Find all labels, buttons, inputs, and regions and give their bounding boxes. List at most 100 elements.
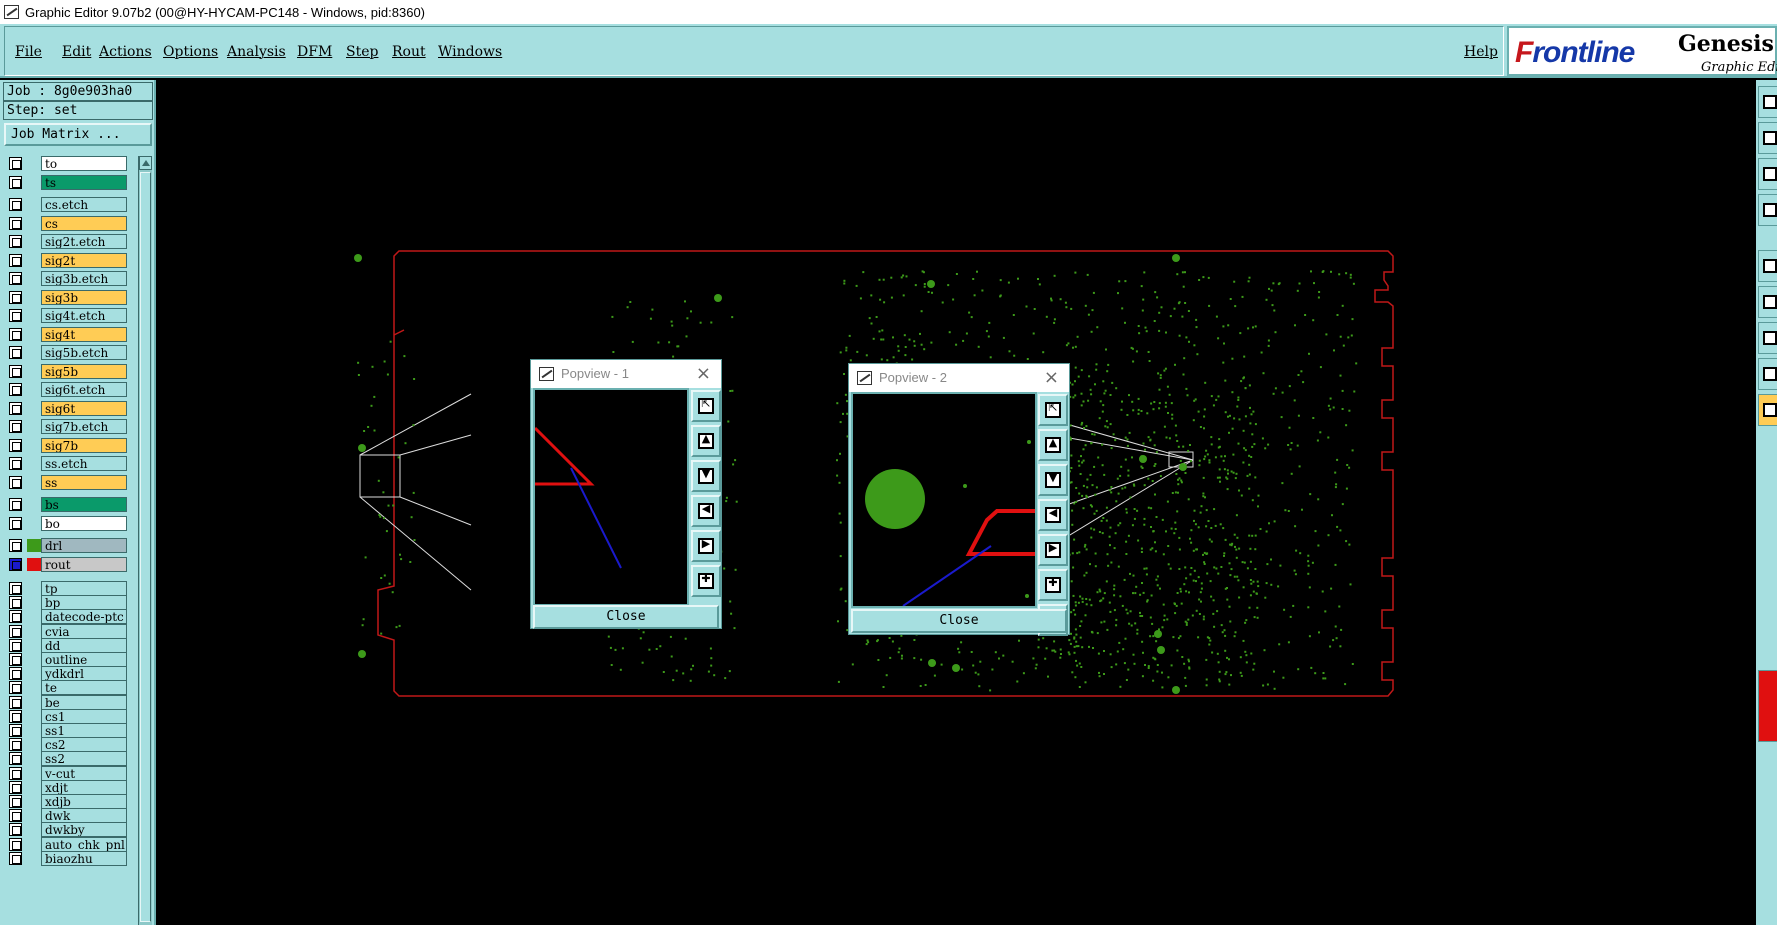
- tool-button[interactable]: [1758, 122, 1777, 154]
- layer-checkbox[interactable]: [9, 290, 22, 304]
- pan-left-button[interactable]: [1038, 499, 1068, 531]
- layer-row[interactable]: ss: [4, 474, 128, 490]
- menu-help[interactable]: Help: [1464, 44, 1498, 60]
- layer-checkbox[interactable]: [9, 498, 22, 511]
- layer-label[interactable]: dd: [41, 637, 127, 653]
- layer-row[interactable]: ss2: [4, 751, 128, 767]
- layer-label[interactable]: drl: [41, 538, 127, 553]
- layer-row[interactable]: outline: [4, 652, 128, 667]
- layer-label[interactable]: sig2t.etch: [41, 234, 127, 249]
- layer-row[interactable]: sig4t.etch: [4, 308, 128, 323]
- layer-row[interactable]: to: [4, 156, 128, 171]
- pan-right-button[interactable]: [1038, 534, 1068, 566]
- layer-label[interactable]: xdjb: [41, 794, 127, 809]
- menu-options[interactable]: Options: [163, 44, 218, 60]
- pan-right-button[interactable]: [691, 530, 721, 562]
- layer-checkbox[interactable]: [9, 724, 22, 737]
- layer-label[interactable]: ss: [41, 474, 127, 490]
- layer-checkbox[interactable]: [9, 272, 22, 285]
- layer-checkbox[interactable]: [9, 695, 22, 709]
- layer-label[interactable]: sig7b.etch: [41, 419, 127, 434]
- pan-down-button[interactable]: [1038, 464, 1068, 496]
- layer-label[interactable]: dwk: [41, 808, 127, 824]
- layer-label[interactable]: sig3b: [41, 289, 127, 305]
- layer-label[interactable]: sig2t: [41, 252, 127, 268]
- layer-row[interactable]: auto_chk_pnl: [4, 836, 128, 852]
- pan-up-button[interactable]: [1038, 429, 1068, 461]
- layer-label[interactable]: tp: [41, 581, 127, 596]
- layer-label[interactable]: sig4t: [41, 326, 127, 342]
- layer-row[interactable]: dd: [4, 637, 128, 653]
- layer-row[interactable]: dwk: [4, 808, 128, 824]
- layer-label[interactable]: sig5b.etch: [41, 345, 127, 360]
- layer-checkbox[interactable]: [9, 539, 22, 552]
- popview-2-titlebar[interactable]: Popview - 2 ×: [849, 364, 1069, 392]
- layer-checkbox[interactable]: [9, 582, 22, 595]
- tool-button[interactable]: [1758, 86, 1777, 118]
- layer-checkbox[interactable]: [9, 438, 22, 452]
- zoom-in-button[interactable]: [691, 565, 721, 597]
- tool-button[interactable]: [1758, 250, 1777, 282]
- layer-label[interactable]: dwkby: [41, 822, 127, 838]
- popview-2-view[interactable]: [851, 392, 1037, 608]
- tool-button-active[interactable]: [1758, 670, 1777, 742]
- layer-label[interactable]: ydkdrl: [41, 666, 127, 682]
- popview-1-titlebar[interactable]: Popview - 1 ×: [531, 360, 721, 388]
- popview-1-close-button[interactable]: Close: [533, 605, 719, 629]
- layer-label[interactable]: cs2: [41, 737, 127, 753]
- menu-dfm[interactable]: DFM: [297, 44, 332, 60]
- layer-checkbox[interactable]: [9, 235, 22, 248]
- layer-label[interactable]: bo: [41, 515, 127, 531]
- layer-row[interactable]: ss.etch: [4, 456, 128, 471]
- popview-2-close-button[interactable]: Close: [851, 609, 1067, 633]
- layer-checkbox[interactable]: [9, 823, 22, 837]
- menu-edit[interactable]: Edit: [62, 44, 91, 60]
- layer-row[interactable]: cs: [4, 215, 128, 231]
- layer-label[interactable]: cs: [41, 215, 127, 231]
- layer-row[interactable]: sig5b: [4, 363, 128, 379]
- layer-row[interactable]: cs1: [4, 708, 128, 724]
- layer-row[interactable]: cvia: [4, 623, 128, 639]
- layer-row[interactable]: ydkdrl: [4, 666, 128, 682]
- graphic-canvas[interactable]: Popview - 1 × Close Popview - 2 ×: [156, 80, 1756, 925]
- layer-label[interactable]: bs: [41, 497, 127, 512]
- layer-label[interactable]: ss2: [41, 751, 127, 767]
- layer-scrollbar[interactable]: [138, 156, 152, 925]
- pan-down-button[interactable]: [691, 460, 721, 492]
- job-matrix-button[interactable]: Job Matrix ...: [4, 123, 152, 146]
- layer-row[interactable]: sig6t: [4, 400, 128, 416]
- tool-button[interactable]: [1758, 394, 1777, 426]
- layer-checkbox[interactable]: [9, 709, 22, 723]
- layer-label[interactable]: bp: [41, 595, 127, 611]
- layer-label[interactable]: biaozhu: [41, 850, 127, 866]
- layer-row[interactable]: bo: [4, 515, 128, 531]
- layer-row[interactable]: be: [4, 694, 128, 710]
- scroll-thumb[interactable]: [140, 172, 151, 922]
- layer-row[interactable]: sig2t: [4, 252, 128, 268]
- layer-row[interactable]: xdjb: [4, 794, 128, 809]
- layer-label[interactable]: sig3b.etch: [41, 271, 127, 286]
- layer-label[interactable]: te: [41, 680, 127, 696]
- layer-label[interactable]: rout: [41, 556, 127, 572]
- layer-checkbox[interactable]: [9, 516, 22, 530]
- menu-file[interactable]: File: [15, 44, 42, 60]
- layer-checkbox[interactable]: [9, 253, 22, 267]
- zoom-home-button[interactable]: [1038, 394, 1068, 426]
- layer-label[interactable]: ss1: [41, 723, 127, 738]
- layer-checkbox[interactable]: [9, 780, 22, 794]
- layer-row[interactable]: biaozhu: [4, 850, 128, 866]
- layer-checkbox[interactable]: [9, 175, 22, 189]
- layer-label[interactable]: sig7b: [41, 437, 127, 453]
- layer-label[interactable]: cs.etch: [41, 197, 127, 212]
- zoom-home-button[interactable]: [691, 390, 721, 422]
- layer-checkbox[interactable]: [9, 681, 22, 695]
- menu-windows[interactable]: Windows: [438, 44, 502, 60]
- layer-row[interactable]: v-cut: [4, 765, 128, 781]
- layer-label[interactable]: sig4t.etch: [41, 308, 127, 323]
- popview-1-view[interactable]: [533, 388, 689, 606]
- layer-checkbox[interactable]: [9, 420, 22, 433]
- layer-label[interactable]: sig5b: [41, 363, 127, 379]
- layer-checkbox[interactable]: [9, 457, 22, 470]
- layer-checkbox[interactable]: [9, 475, 22, 489]
- menu-step[interactable]: Step: [346, 44, 378, 60]
